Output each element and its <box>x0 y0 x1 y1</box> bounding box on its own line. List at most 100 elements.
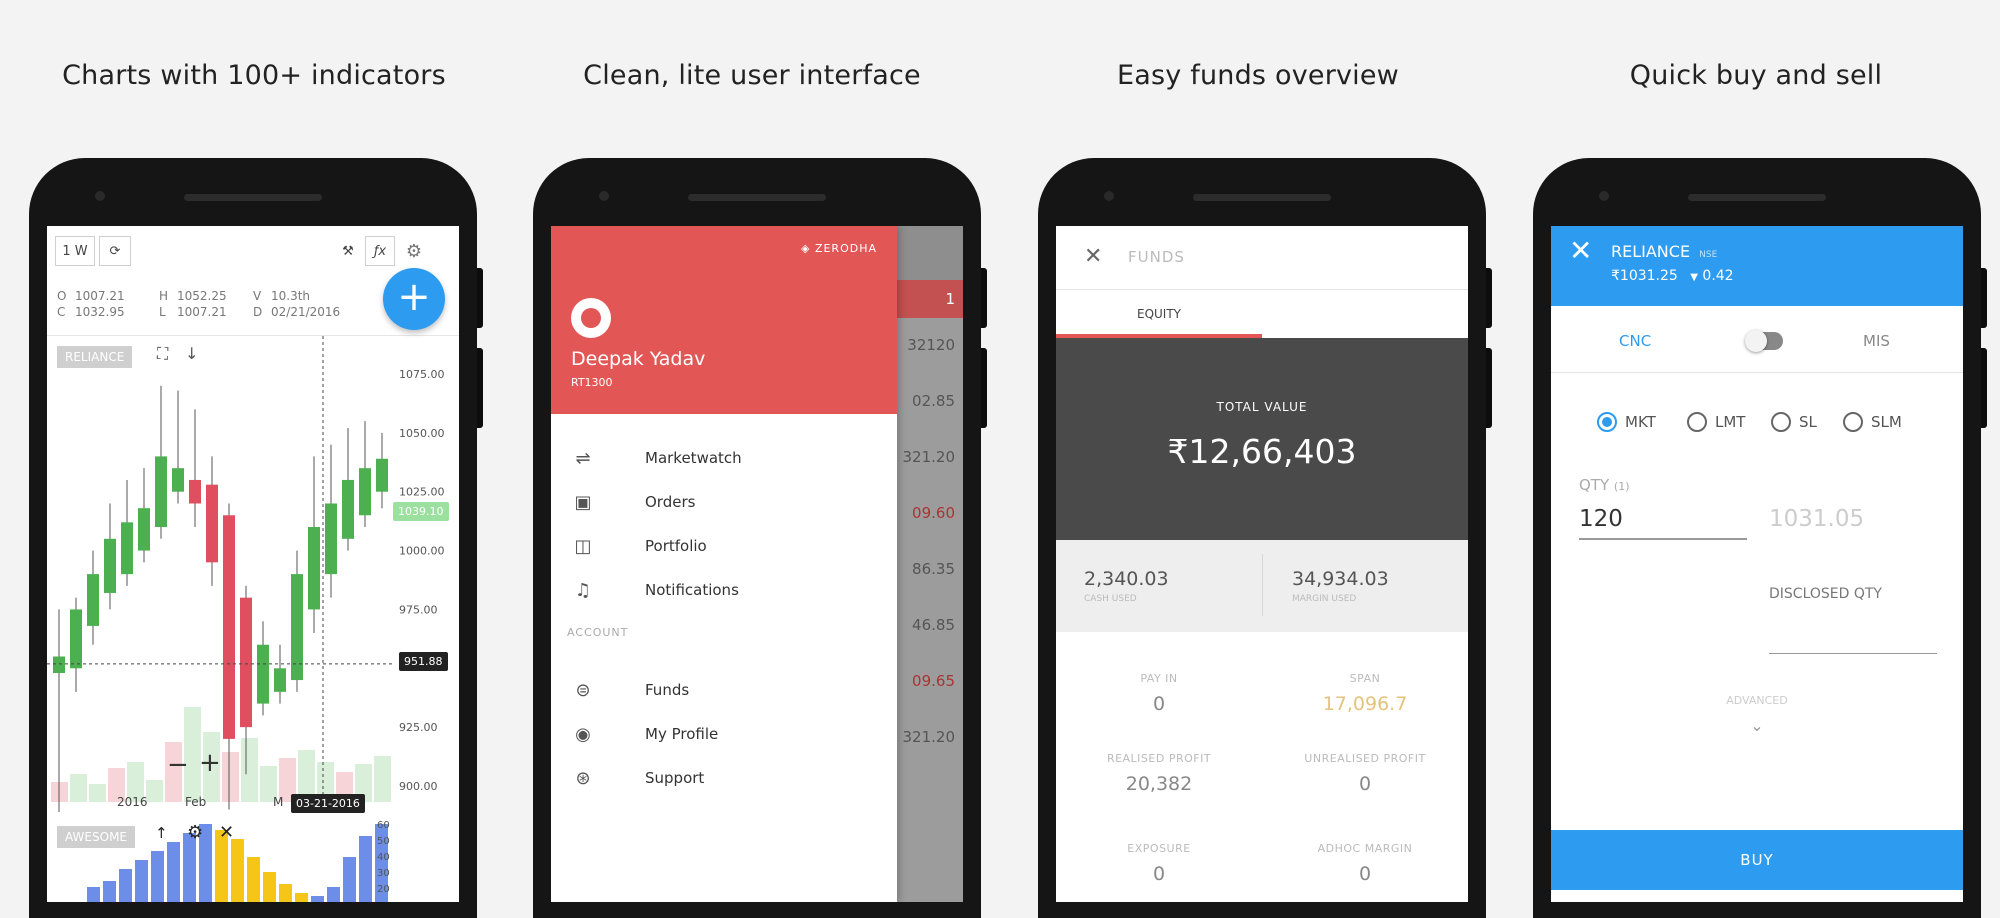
buy-button[interactable]: BUY <box>1551 830 1963 890</box>
tab-equity[interactable]: EQUITY <box>1056 290 1262 338</box>
pay-in: PAY IN 0 <box>1140 672 1178 715</box>
drawer-item-portfolio[interactable]: ◫ Portfolio <box>551 526 897 566</box>
gear-icon[interactable]: ⚙ <box>187 822 203 843</box>
oscillator-bar <box>359 836 372 902</box>
realised-profit: REALISED PROFIT 20,382 <box>1106 752 1212 795</box>
candle-body <box>189 479 201 504</box>
phone-chart: 1 W ⟳ ⚒ ƒx ⚙ O 1007.21 H 1052.25 V 10.3th <box>29 158 483 918</box>
order-type-lmt[interactable]: LMT <box>1687 412 1745 432</box>
backdrop-value: 46.85 <box>912 616 955 634</box>
exposure: EXPOSURE 0 <box>1127 842 1191 885</box>
close-icon: ✕ <box>1084 244 1103 269</box>
close-button[interactable]: ✕ <box>1084 244 1102 269</box>
qty-input[interactable]: 120 <box>1579 506 1747 540</box>
volume-bar <box>241 738 258 802</box>
candle-body <box>172 468 184 492</box>
zoom-in-button[interactable]: + <box>199 748 221 778</box>
backdrop-value: 86.35 <box>912 560 955 578</box>
volume-bar <box>70 774 87 802</box>
radio-icon <box>1843 412 1863 432</box>
arrow-up-icon[interactable]: ↑ <box>155 824 168 842</box>
y-tick-label: 1000.00 <box>399 545 445 558</box>
advanced-toggle[interactable]: ⌄ <box>1551 716 1963 735</box>
candle-body <box>308 527 320 610</box>
y-tick-label: 1075.00 <box>399 368 445 381</box>
drawer-item-profile[interactable]: ◉ My Profile <box>551 714 897 754</box>
oscillator-bar <box>327 887 340 902</box>
cash-used-label: CASH USED <box>1084 594 1137 604</box>
symbol-price: ₹1031.25 ▼ 0.42 <box>1611 268 1734 284</box>
oscillator-bar <box>279 884 292 902</box>
volume-bar <box>222 752 239 802</box>
close-button[interactable]: ✕ <box>1569 234 1592 267</box>
drawer-item-marketwatch[interactable]: ⇌ Marketwatch <box>551 438 897 478</box>
zoom-out-button[interactable]: − <box>167 750 189 780</box>
candle-body <box>53 656 65 673</box>
funds-screen: ✕ FUNDS EQUITY TOTAL VALUE ₹12,66,403 2,… <box>1056 226 1468 902</box>
product-toggle[interactable] <box>1745 330 1783 352</box>
down-arrow-icon: ▼ <box>1690 272 1698 283</box>
y-tick-label: 925.00 <box>399 721 438 734</box>
product-mis[interactable]: MIS <box>1863 332 1890 350</box>
side-button <box>1486 268 1492 328</box>
indicator-tag[interactable]: AWESOME <box>57 826 135 848</box>
candle-body <box>206 484 218 563</box>
y-tick-label: 900.00 <box>399 780 438 793</box>
span: SPAN 17,096.7 <box>1322 672 1408 715</box>
y-tick-label: 975.00 <box>399 603 438 616</box>
backdrop-value: 32120 <box>907 336 955 354</box>
section-label: ACCOUNT <box>567 626 629 639</box>
candle-body <box>121 522 133 575</box>
profile-icon: ◉ <box>575 723 591 745</box>
volume-bar <box>374 756 391 802</box>
drawer-item-orders[interactable]: ▣ Orders <box>551 482 897 522</box>
margin-used-label: MARGIN USED <box>1292 594 1357 604</box>
crosshair-date: 03-21-2016 <box>291 794 365 813</box>
avatar[interactable] <box>571 298 611 338</box>
backdrop-value: 321.20 <box>902 448 956 466</box>
brand-icon: ◈ <box>800 242 811 255</box>
oscillator-bar <box>87 887 100 902</box>
drawer-item-funds[interactable]: ⊜ Funds <box>551 670 897 710</box>
advanced-label: ADVANCED <box>1726 694 1788 707</box>
drawer-item-support[interactable]: ⊛ Support <box>551 758 897 798</box>
oscillator-bar <box>247 857 260 902</box>
order-type-sl[interactable]: SL <box>1771 412 1817 432</box>
speaker <box>688 194 826 201</box>
speaker <box>1688 194 1826 201</box>
candle-body <box>325 503 337 575</box>
drawer-item-notifications[interactable]: ♫ Notifications <box>551 570 897 610</box>
portfolio-icon: ◫ <box>574 535 592 557</box>
bell-icon: ♫ <box>574 579 592 601</box>
price-input[interactable]: 1031.05 <box>1769 506 1937 540</box>
margin-used-value: 34,934.03 <box>1292 568 1389 590</box>
oscillator-bar <box>151 851 164 902</box>
side-button <box>981 348 987 428</box>
candle-body <box>223 515 235 739</box>
indicator-tick-label: 40 <box>377 852 390 863</box>
total-value: ₹12,66,403 <box>1167 432 1357 471</box>
product-cnc[interactable]: CNC <box>1619 332 1651 350</box>
order-type-mkt[interactable]: MKT <box>1597 412 1656 432</box>
candle-body <box>87 574 99 626</box>
side-button <box>1486 348 1492 428</box>
oscillator-bar <box>119 869 132 902</box>
marketwatch-icon: ⇌ <box>575 447 591 469</box>
phone-funds: ✕ FUNDS EQUITY TOTAL VALUE ₹12,66,403 2,… <box>1038 158 1492 918</box>
close-icon[interactable]: ✕ <box>219 822 234 843</box>
backdrop-value: 1 <box>945 290 955 308</box>
volume-bar <box>146 780 163 802</box>
oscillator-bar <box>263 872 276 902</box>
adhoc-margin: ADHOC MARGIN 0 <box>1317 842 1413 885</box>
disclosed-input[interactable] <box>1769 626 1937 654</box>
funds-icon: ⊜ <box>575 679 591 701</box>
candle-body <box>138 508 150 551</box>
side-button <box>477 348 483 428</box>
disclosed-label: DISCLOSED QTY <box>1769 586 1882 602</box>
order-type-slm[interactable]: SLM <box>1843 412 1902 432</box>
support-icon: ⊛ <box>575 767 591 789</box>
oscillator-bar <box>183 833 196 902</box>
caption-funds: Easy funds overview <box>1117 60 1399 91</box>
qty-label: QTY (1) <box>1579 476 1630 494</box>
page-title: FUNDS <box>1128 248 1185 266</box>
